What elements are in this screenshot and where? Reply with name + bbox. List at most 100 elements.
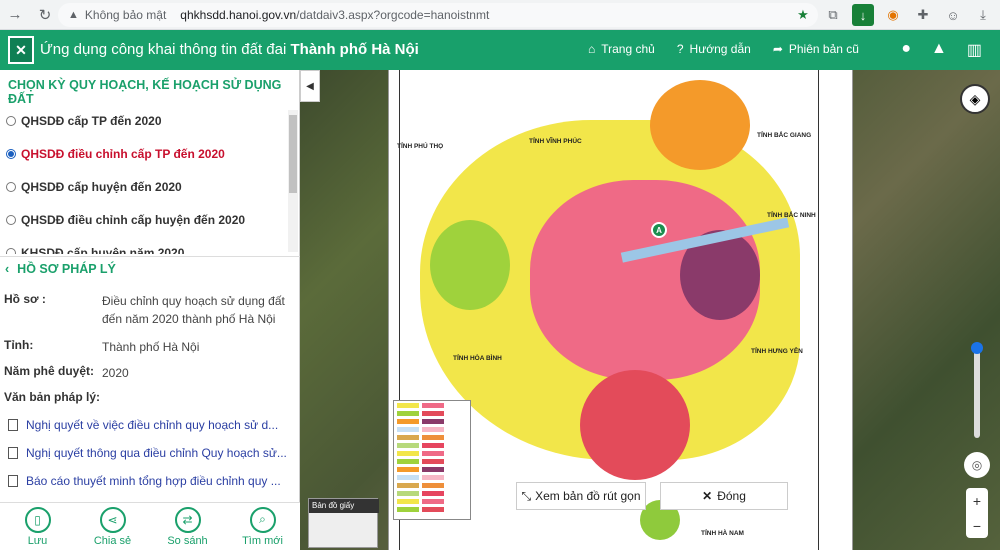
extensions-icon[interactable]: ✚ (912, 4, 934, 26)
share-label: Chia sẻ (93, 534, 132, 547)
panel-heading: CHỌN KỲ QUY HOẠCH, KẾ HOẠCH SỬ DỤNG ĐẤT (8, 78, 282, 106)
radio-icon[interactable] (6, 115, 16, 126)
list-scrollbar[interactable] (288, 110, 298, 252)
nav-home-label: Trang chủ (601, 42, 655, 56)
map-legend (393, 400, 471, 520)
search-new-label: Tìm mới (242, 534, 283, 547)
translate-icon[interactable]: ⧉ (822, 4, 844, 26)
nav-home[interactable]: ⌂ Trang chủ (588, 42, 655, 56)
plan-option[interactable]: QHSDĐ cấp huyện đến 2020 (6, 170, 292, 203)
close-icon: ✕ (702, 489, 713, 503)
map-region-orange-north (650, 80, 750, 170)
province-label-hung-yen: TỈNH HƯNG YÊN (751, 348, 803, 355)
plan-option-selected[interactable]: QHSDĐ điều chỉnh cấp TP đến 2020 (6, 137, 292, 170)
forward-icon[interactable]: → (0, 6, 30, 23)
divider (0, 256, 300, 257)
map-marker[interactable]: A (651, 222, 667, 238)
province-label-bac-giang: TỈNH BẮC GIANG (757, 132, 812, 139)
plan-option[interactable]: QHSDĐ cấp TP đến 2020 (6, 104, 292, 137)
url-path[interactable]: /datdaiv3.aspx?orgcode=hanoistnmt (296, 8, 489, 22)
address-bar[interactable]: ▲ Không bảo mật qhkhsdd.hanoi.gov.vn /da… (58, 3, 818, 27)
map-area[interactable]: TỈNH PHÚ THỌ TỈNH VĨNH PHÚC TỈNH BẮC GIA… (300, 70, 1000, 550)
zoom-out-button[interactable]: − (973, 518, 981, 534)
compare-button[interactable]: ⇄ So sánh (150, 503, 225, 550)
map-book-icon[interactable]: ▥ (967, 40, 982, 60)
year-key: Năm phê duyệt: (4, 364, 95, 378)
close-map-button[interactable]: ✕ Đóng (660, 482, 788, 510)
downloads-icon[interactable]: ⤓ (972, 4, 994, 26)
record-key: Hồ sơ : (4, 292, 46, 306)
plan-option-label: QHSDĐ cấp TP đến 2020 (21, 113, 162, 128)
radio-icon[interactable] (6, 214, 16, 225)
apple-icon[interactable]: ● (901, 40, 911, 60)
legal-doc-title[interactable]: Nghị quyết thông qua điều chỉnh Quy hoạc… (26, 446, 287, 460)
basemap-label: Bản đồ giấy (309, 499, 379, 513)
plan-option-label: QHSDĐ điều chỉnh cấp TP đến 2020 (21, 146, 225, 161)
province-label-ha-nam: TỈNH HÀ NAM (701, 530, 744, 537)
opacity-slider[interactable] (971, 342, 983, 438)
year-row: Năm phê duyệt: 2020 (4, 364, 292, 382)
slider-knob[interactable] (971, 342, 983, 354)
expand-icon: ⤡ (521, 488, 532, 503)
document-icon (8, 447, 18, 459)
scrollbar-thumb[interactable] (289, 115, 297, 193)
insecure-label[interactable]: Không bảo mật (85, 8, 166, 22)
plan-period-list: QHSDĐ cấp TP đến 2020 QHSDĐ điều chỉnh c… (6, 104, 292, 254)
paper-map[interactable]: TỈNH PHÚ THỌ TỈNH VĨNH PHÚC TỈNH BẮC GIA… (388, 70, 853, 550)
basemap-switch[interactable]: Bản đồ giấy (308, 498, 379, 548)
plan-option[interactable]: QHSDĐ điều chỉnh cấp huyện đến 2020 (6, 203, 292, 236)
save-label: Lưu (27, 534, 48, 547)
zoom-in-button[interactable]: + (973, 493, 981, 509)
share-arrow-icon: ➦ (772, 42, 783, 56)
warning-icon[interactable]: ▲ (68, 9, 79, 21)
record-row: Hồ sơ : Điều chỉnh quy hoạch sử dụng đất… (4, 292, 292, 328)
collapse-panel-button[interactable]: ◀ (300, 70, 320, 102)
legal-records-toggle[interactable]: ‹ HỒ SƠ PHÁP LÝ (5, 262, 116, 276)
reload-icon[interactable]: ↻ (30, 6, 60, 24)
province-label-phu-tho: TỈNH PHÚ THỌ (397, 143, 444, 150)
profile-icon[interactable]: ☺ (942, 4, 964, 26)
plan-option[interactable]: KHSDĐ cấp huyện năm 2020 (6, 236, 292, 254)
chevron-left-icon: ‹ (5, 262, 10, 276)
search-new-button[interactable]: ⌕ Tìm mới (225, 503, 300, 550)
search-icon: ⌕ (249, 506, 276, 533)
legal-doc-link[interactable]: Nghị quyết về việc điều chỉnh quy hoạch … (8, 418, 278, 432)
legal-doc-title[interactable]: Báo cáo thuyết minh tổng hợp điều chỉnh … (26, 474, 281, 488)
android-icon[interactable]: ▲ (931, 40, 947, 60)
simplify-map-label: Xem bản đồ rút gọn (535, 489, 641, 503)
close-map-label: Đóng (717, 489, 746, 503)
simplify-map-button[interactable]: ⤡ Xem bản đồ rút gọn (516, 482, 646, 510)
radio-checked-icon[interactable] (6, 148, 16, 159)
map-region-green-west (430, 220, 510, 310)
locate-icon[interactable]: ◎ (964, 452, 990, 478)
extension-color-icon[interactable]: ◉ (882, 4, 904, 26)
compare-icon: ⇄ (174, 506, 201, 533)
app-title-city: Thành phố Hà Nội (290, 41, 419, 58)
app-title-prefix: Ứng dụng công khai thông tin đất đai (40, 41, 291, 58)
province-value: Thành phố Hà Nội (102, 340, 200, 354)
url-host[interactable]: qhkhsdd.hanoi.gov.vn (180, 8, 296, 22)
nav-guide[interactable]: ? Hướng dẫn (677, 42, 751, 56)
radio-icon[interactable] (6, 181, 16, 192)
app-header: ✕ Ứng dụng công khai thông tin đất đai T… (0, 30, 1000, 70)
legal-doc-link[interactable]: Báo cáo thuyết minh tổng hợp điều chỉnh … (8, 474, 281, 488)
save-button[interactable]: ▯ Lưu (0, 503, 75, 550)
radio-icon[interactable] (6, 247, 16, 254)
province-label-hoa-binh: TỈNH HÒA BÌNH (453, 355, 502, 362)
legal-doc-title[interactable]: Nghị quyết về việc điều chỉnh quy hoạch … (26, 418, 278, 432)
layers-icon[interactable]: ◈ (960, 84, 990, 114)
nav-old-version[interactable]: ➦ Phiên bản cũ (773, 42, 859, 56)
compare-label: So sánh (167, 534, 208, 547)
record-value: Điều chỉnh quy hoạch sử dụng đất đến năm… (102, 294, 285, 326)
province-label-bac-ninh: TỈNH BẮC NINH (767, 212, 816, 219)
share-button[interactable]: ⋖ Chia sẻ (75, 503, 150, 550)
home-icon: ⌂ (588, 42, 596, 56)
document-icon (8, 475, 18, 487)
bookmark-star-icon[interactable]: ★ (792, 4, 814, 26)
help-icon: ? (676, 42, 684, 56)
app-logo[interactable]: ✕ (8, 36, 34, 64)
legal-doc-link[interactable]: Nghị quyết thông qua điều chỉnh Quy hoạc… (8, 446, 287, 460)
share-icon: ⋖ (99, 506, 126, 533)
province-key: Tỉnh: (4, 338, 34, 352)
download-ext-icon[interactable]: ↓ (852, 4, 874, 26)
